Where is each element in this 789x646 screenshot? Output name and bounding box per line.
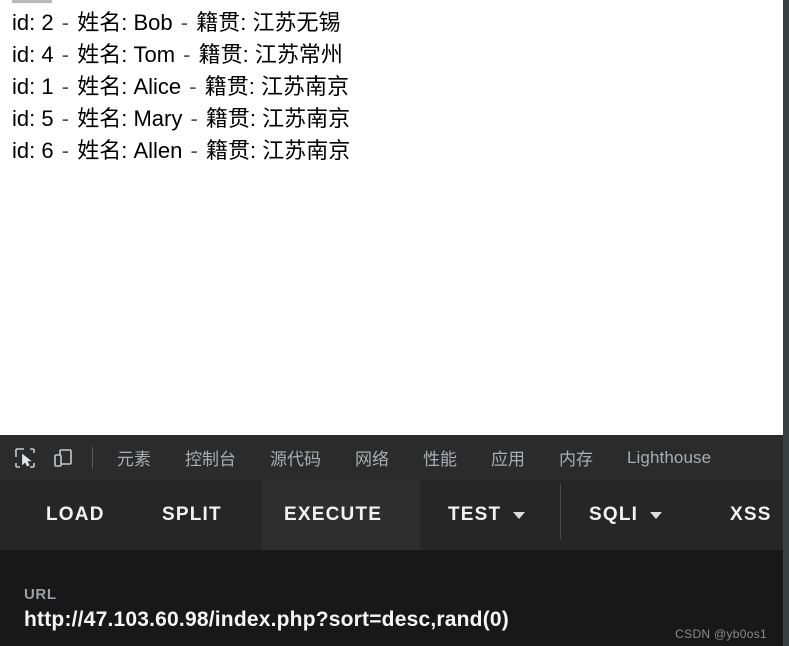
field-separator: - bbox=[61, 106, 70, 131]
devtools-tab-strip: 元素 控制台 源代码 网络 性能 应用 内存 Lighthouse bbox=[97, 445, 783, 470]
result-row: id: 6 - 姓名: Allen - 籍贯: 江苏南京 bbox=[12, 135, 783, 167]
record-id-label: id: bbox=[12, 42, 36, 67]
record-origin-label: 籍贯: bbox=[204, 74, 255, 99]
record-name-value: Allen bbox=[133, 138, 183, 163]
devtools-tab[interactable]: 控制台 bbox=[171, 445, 250, 470]
field-separator: - bbox=[190, 106, 198, 131]
field-separator: - bbox=[61, 138, 70, 163]
field-separator: - bbox=[183, 42, 191, 67]
url-panel: URL http://47.103.60.98/index.php?sort=d… bbox=[0, 550, 783, 646]
record-origin-label: 籍贯: bbox=[205, 106, 257, 131]
record-id-value: 6 bbox=[41, 138, 54, 163]
field-separator: - bbox=[61, 42, 70, 67]
scroll-indicator-stub bbox=[12, 0, 52, 3]
record-id-label: id: bbox=[12, 138, 36, 163]
url-label: URL bbox=[24, 586, 57, 603]
field-separator: - bbox=[61, 74, 70, 99]
tool-button-xss[interactable]: XSS bbox=[730, 480, 772, 550]
tool-button-label: SQLI bbox=[589, 504, 639, 525]
record-id-value: 4 bbox=[41, 42, 54, 67]
devtools-tab[interactable]: 网络 bbox=[341, 445, 403, 470]
record-id-value: 5 bbox=[41, 106, 54, 131]
result-row: id: 4 - 姓名: Tom - 籍贯: 江苏常州 bbox=[12, 39, 783, 71]
record-name-label: 姓名: bbox=[77, 74, 128, 99]
field-separator: - bbox=[189, 74, 197, 99]
field-separator: - bbox=[180, 10, 189, 35]
device-toolbar-icon[interactable] bbox=[50, 445, 76, 471]
tool-button-label: LOAD bbox=[46, 504, 105, 525]
record-id-value: 2 bbox=[41, 10, 54, 35]
devtools-tab[interactable]: 元素 bbox=[103, 445, 165, 470]
screenshot-root: id: 2 - 姓名: Bob - 籍贯: 江苏无锡 id: 4 - 姓名: To… bbox=[0, 0, 789, 646]
result-row: id: 5 - 姓名: Mary - 籍贯: 江苏南京 bbox=[12, 103, 783, 135]
result-row: id: 1 - 姓名: Alice - 籍贯: 江苏南京 bbox=[12, 71, 783, 103]
toolbar-divider bbox=[92, 446, 93, 469]
record-id-label: id: bbox=[12, 74, 36, 99]
record-name-label: 姓名: bbox=[77, 106, 128, 131]
tool-button-execute[interactable]: EXECUTE bbox=[284, 480, 382, 550]
record-origin-label: 籍贯: bbox=[198, 42, 249, 67]
tool-button-sqli[interactable]: SQLI bbox=[589, 480, 663, 550]
record-name-label: 姓名: bbox=[77, 138, 128, 163]
tool-action-toolbar: LOAD SPLIT EXECUTE TEST SQLI XSS bbox=[0, 480, 783, 550]
chevron-down-icon[interactable] bbox=[650, 511, 663, 519]
tool-button-label: SPLIT bbox=[162, 504, 222, 525]
tool-button-test[interactable]: TEST bbox=[448, 480, 526, 550]
record-origin-value: 江苏常州 bbox=[254, 42, 343, 67]
devtools-tab[interactable]: 源代码 bbox=[256, 445, 335, 470]
inspect-element-icon[interactable] bbox=[12, 445, 38, 471]
query-result-list: id: 2 - 姓名: Bob - 籍贯: 江苏无锡 id: 4 - 姓名: To… bbox=[12, 7, 783, 167]
devtools-tab[interactable]: 内存 bbox=[545, 445, 607, 470]
devtools-tab-bar: 元素 控制台 源代码 网络 性能 应用 内存 Lighthouse bbox=[0, 435, 783, 481]
record-id-value: 1 bbox=[41, 74, 54, 99]
record-origin-value: 江苏南京 bbox=[262, 138, 351, 163]
record-origin-label: 籍贯: bbox=[205, 138, 257, 163]
devtools-tab[interactable]: 应用 bbox=[477, 445, 539, 470]
devtools-tab[interactable]: 性能 bbox=[409, 445, 471, 470]
result-row: id: 2 - 姓名: Bob - 籍贯: 江苏无锡 bbox=[12, 7, 783, 39]
tool-button-label: TEST bbox=[448, 504, 502, 525]
tool-button-split[interactable]: SPLIT bbox=[162, 480, 222, 550]
toolbar-group-separator bbox=[560, 484, 561, 539]
record-id-label: id: bbox=[12, 10, 36, 35]
tool-button-load[interactable]: LOAD bbox=[46, 480, 105, 550]
chevron-down-icon[interactable] bbox=[513, 511, 526, 519]
record-origin-value: 江苏无锡 bbox=[252, 10, 341, 35]
record-name-label: 姓名: bbox=[77, 42, 128, 67]
devtools-tab[interactable]: Lighthouse bbox=[613, 448, 725, 468]
url-value[interactable]: http://47.103.60.98/index.php?sort=desc,… bbox=[24, 608, 509, 632]
record-origin-value: 江苏南京 bbox=[262, 106, 351, 131]
record-id-label: id: bbox=[12, 106, 36, 131]
field-separator: - bbox=[61, 10, 70, 35]
devtools-dock-gutter bbox=[783, 0, 789, 646]
record-name-value: Mary bbox=[133, 106, 183, 131]
record-origin-value: 江苏南京 bbox=[260, 74, 349, 99]
csdn-watermark: CSDN @yb0os1 bbox=[675, 627, 767, 641]
record-name-value: Bob bbox=[133, 10, 173, 35]
page-viewport: id: 2 - 姓名: Bob - 籍贯: 江苏无锡 id: 4 - 姓名: To… bbox=[0, 0, 783, 435]
record-origin-label: 籍贯: bbox=[196, 10, 247, 35]
record-name-label: 姓名: bbox=[77, 10, 128, 35]
record-name-value: Alice bbox=[133, 74, 182, 99]
field-separator: - bbox=[190, 138, 198, 163]
record-name-value: Tom bbox=[133, 42, 176, 67]
tool-button-label: XSS bbox=[730, 504, 772, 525]
tool-button-label: EXECUTE bbox=[284, 504, 383, 525]
